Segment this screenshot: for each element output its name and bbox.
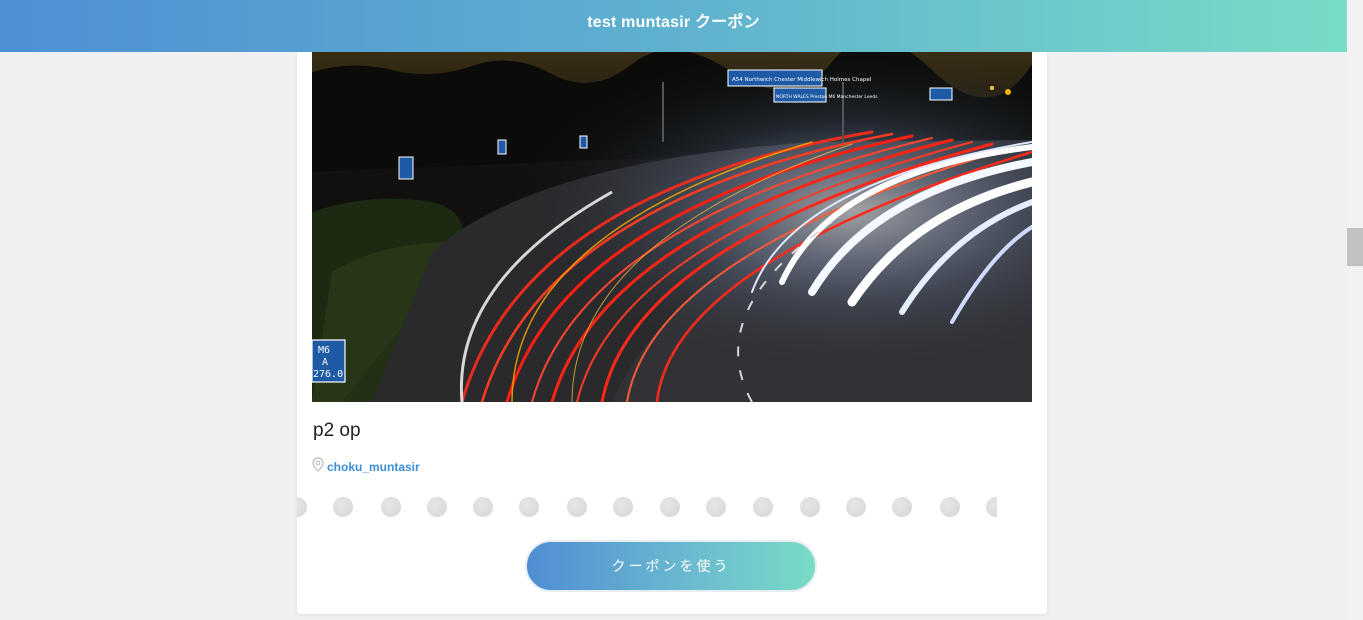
coupon-image: A54 Northwich Chester Middlewich Holmes … bbox=[312, 52, 1032, 402]
stamp-slot bbox=[333, 497, 353, 517]
page-title: test muntasir クーポン bbox=[587, 14, 760, 31]
stamp-slot bbox=[753, 497, 773, 517]
svg-text:NORTH WALES Preston M6 Manc: NORTH WALES Preston M6 Manchester Leeds bbox=[776, 94, 878, 100]
stamp-slot bbox=[297, 497, 307, 517]
coupon-card: A54 Northwich Chester Middlewich Holmes … bbox=[297, 30, 1047, 614]
scrollbar-thumb[interactable] bbox=[1347, 228, 1363, 266]
coupon-title: p2 op bbox=[313, 420, 361, 441]
page-scrollbar[interactable] bbox=[1347, 0, 1363, 620]
stamp-slot bbox=[706, 497, 726, 517]
stamp-slot bbox=[660, 497, 680, 517]
use-coupon-button[interactable]: クーポンを使う bbox=[525, 540, 817, 592]
stamp-slots bbox=[297, 496, 997, 518]
stamp-slot bbox=[613, 497, 633, 517]
page: test muntasir クーポン A54 Northwich Chester… bbox=[0, 0, 1363, 620]
stamp-slot bbox=[519, 497, 539, 517]
stamp-slot bbox=[381, 497, 401, 517]
coupon-location[interactable]: choku_muntasir bbox=[312, 457, 420, 477]
stamp-slot bbox=[567, 497, 587, 517]
svg-text:276.0: 276.0 bbox=[313, 369, 343, 380]
map-pin-icon bbox=[312, 457, 324, 477]
app-header: test muntasir クーポン bbox=[0, 0, 1347, 52]
location-name-link[interactable]: choku_muntasir bbox=[327, 460, 420, 474]
stamp-slot bbox=[892, 497, 912, 517]
stamp-slot bbox=[427, 497, 447, 517]
svg-text:A: A bbox=[322, 357, 328, 368]
svg-text:A54 Northwich Chester Middlew: A54 Northwich Chester Middlewich Holmes … bbox=[732, 77, 872, 83]
stamp-slot bbox=[473, 497, 493, 517]
stamp-slot bbox=[940, 497, 960, 517]
svg-text:M6: M6 bbox=[318, 345, 330, 356]
stamp-slot bbox=[800, 497, 820, 517]
stamp-slot bbox=[986, 497, 997, 517]
stamp-slot bbox=[846, 497, 866, 517]
